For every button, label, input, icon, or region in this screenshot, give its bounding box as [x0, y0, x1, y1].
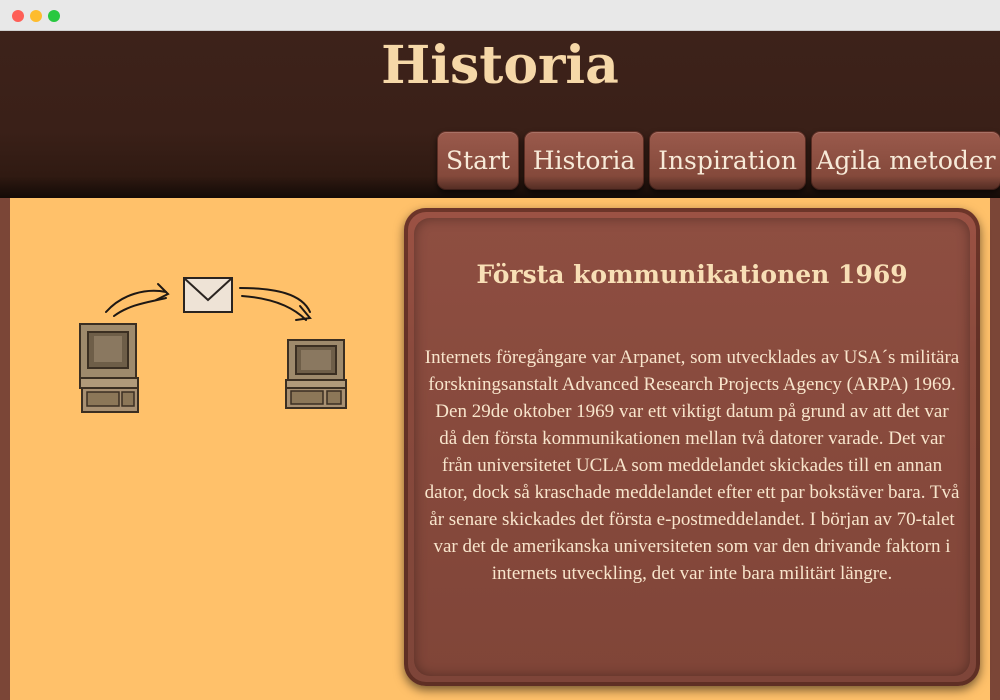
computer-icon — [285, 339, 347, 409]
main-content: Första kommunikationen 1969 Internets fö… — [0, 198, 1000, 700]
content-border-left — [0, 198, 10, 700]
communication-illustration — [79, 277, 347, 413]
content-border-right — [990, 198, 1000, 700]
maximize-window-button[interactable] — [48, 10, 60, 22]
envelope-icon — [183, 277, 233, 313]
article-title: Första kommunikationen 1969 — [476, 260, 908, 289]
computer-icon — [79, 323, 139, 413]
window-titlebar — [0, 0, 1000, 31]
close-window-button[interactable] — [12, 10, 24, 22]
nav-item-inspiration[interactable]: Inspiration — [649, 131, 806, 190]
nav-item-agila-metoder[interactable]: Agila metoder — [811, 131, 1000, 190]
article-body: Internets föregångare var Arpanet, som u… — [424, 347, 960, 584]
minimize-window-button[interactable] — [30, 10, 42, 22]
site-header: Historia Start Historia Inspiration Agil… — [0, 31, 1000, 198]
nav-item-start[interactable]: Start — [437, 131, 519, 190]
browser-window: Historia Start Historia Inspiration Agil… — [0, 0, 1000, 700]
nav-item-historia[interactable]: Historia — [524, 131, 644, 190]
site-title: Historia — [381, 35, 619, 96]
main-nav: Start Historia Inspiration Agila metoder — [0, 131, 1000, 191]
history-card: Första kommunikationen 1969 Internets fö… — [404, 208, 980, 686]
